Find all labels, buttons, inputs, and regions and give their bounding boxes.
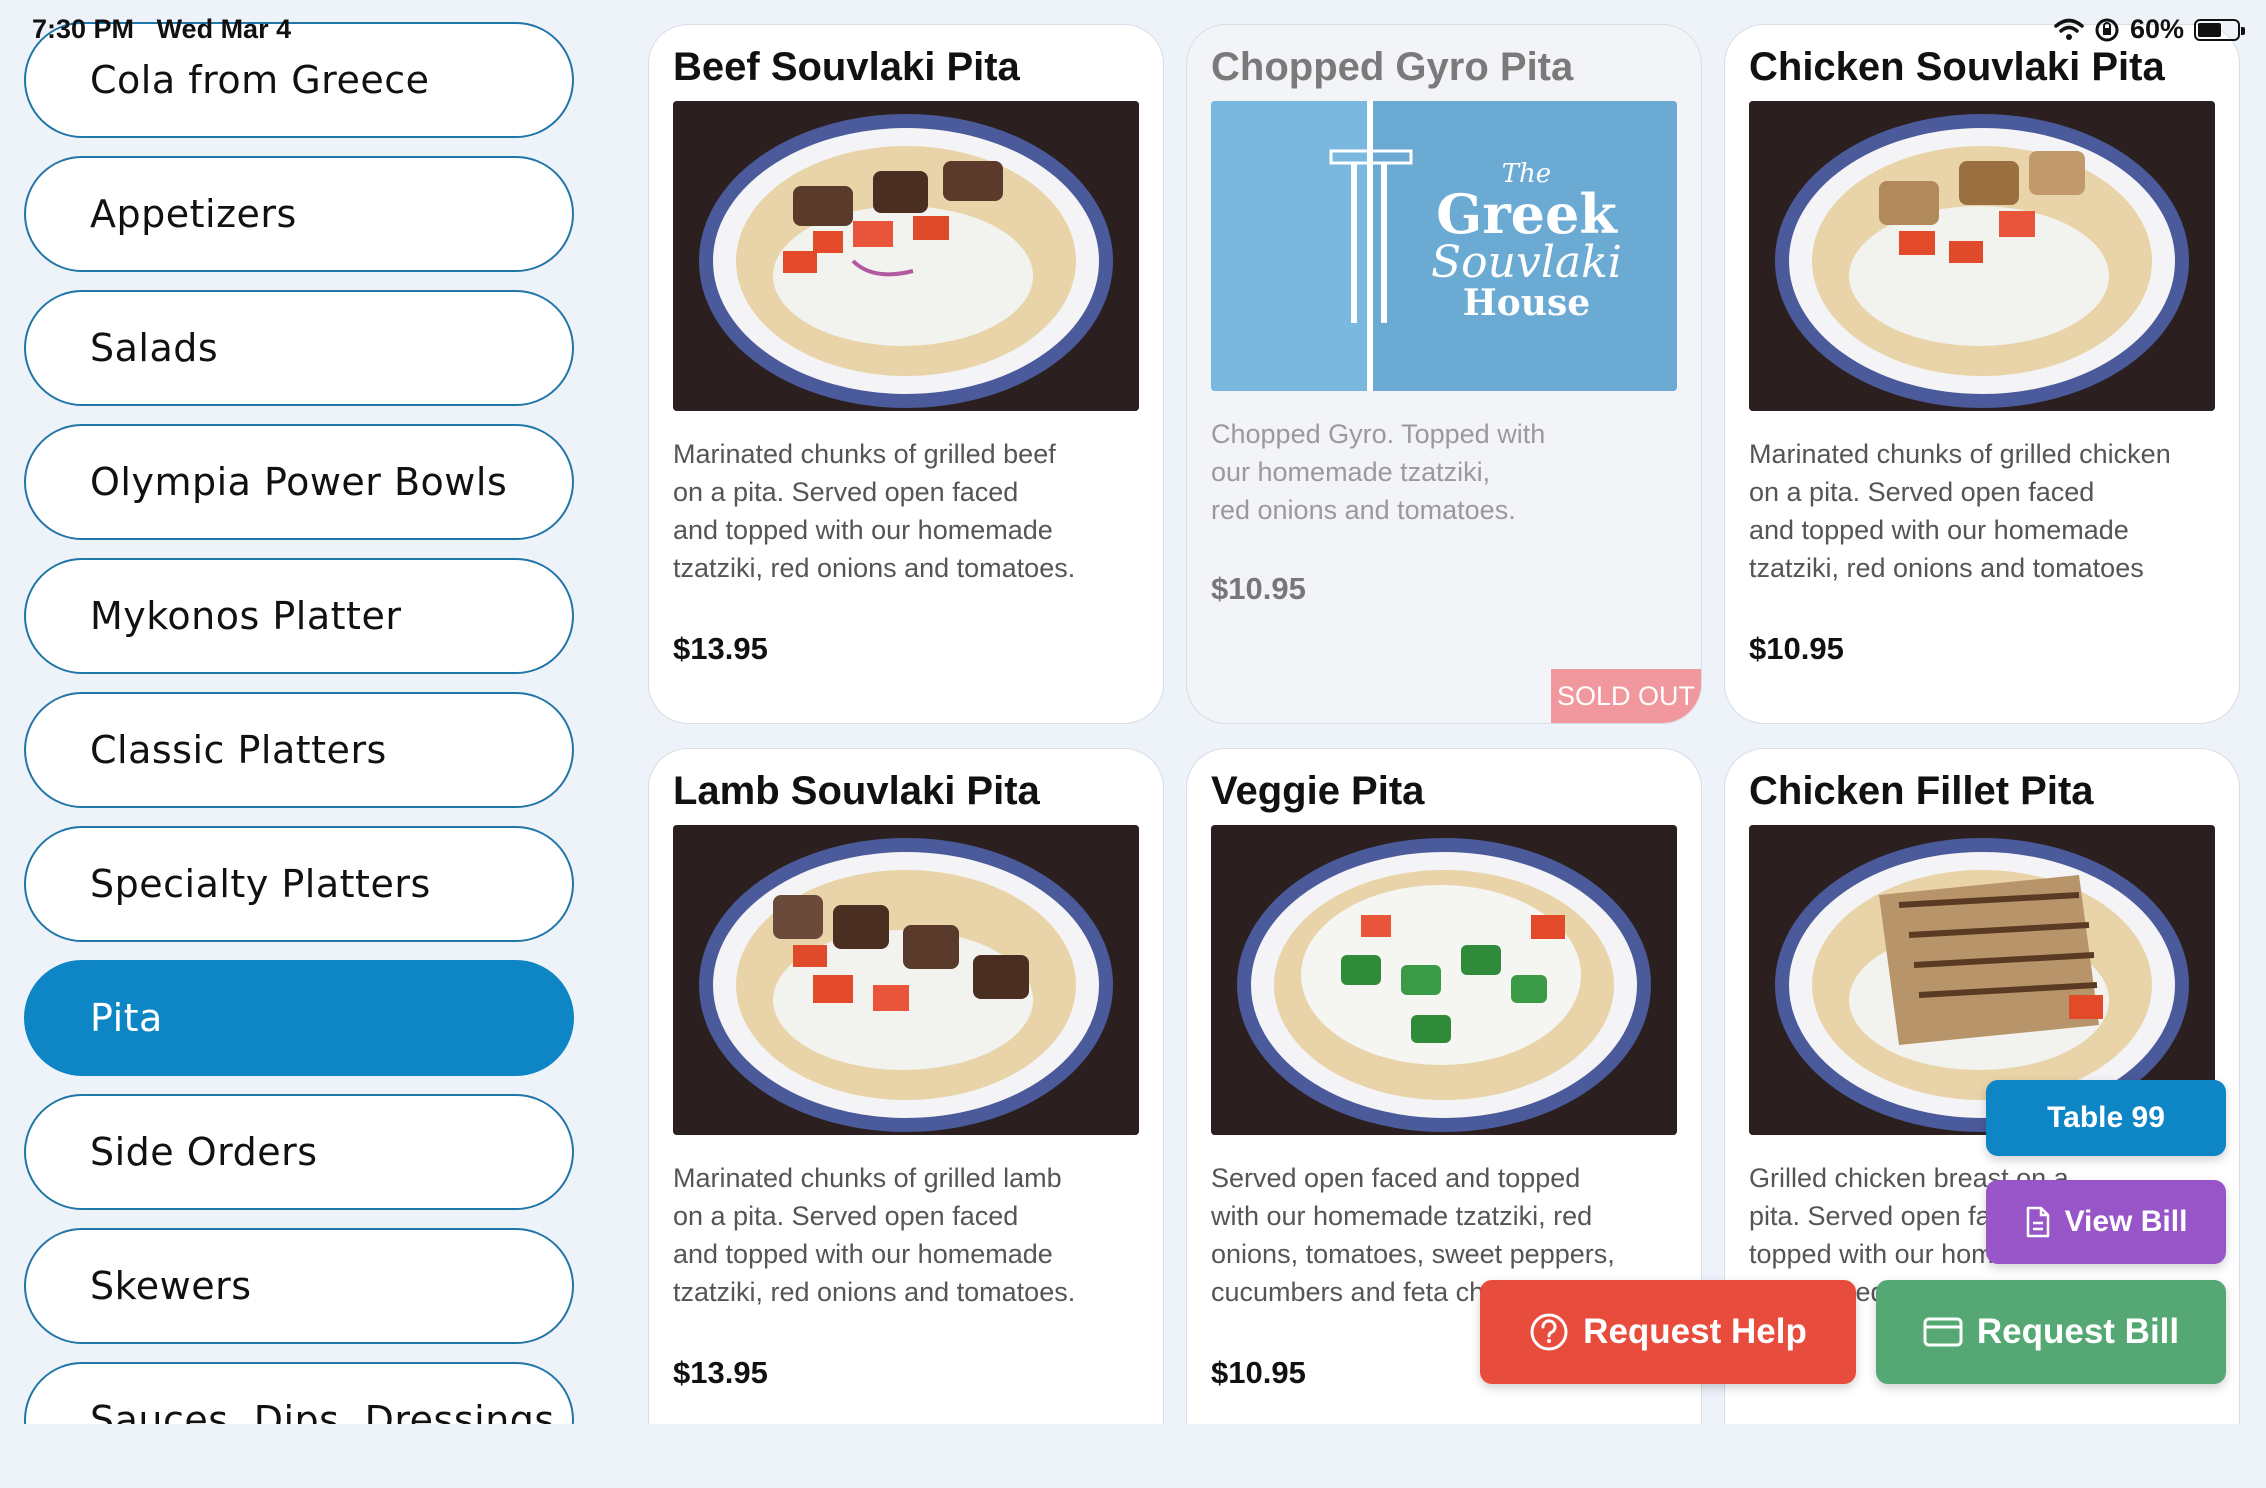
logo-text-line2: Souvlaki — [1431, 237, 1622, 288]
status-clock: 7:30 PM — [32, 14, 135, 44]
question-icon — [1530, 1313, 1568, 1351]
request-help-button[interactable]: Request Help — [1480, 1280, 1856, 1384]
restaurant-logo-placeholder: The Greek Souvlaki House — [1211, 101, 1677, 391]
table-number-label: Table 99 — [2047, 1101, 2165, 1134]
category-classic-platters[interactable]: Classic Platters — [24, 692, 574, 808]
battery-percent: 60% — [2129, 14, 2184, 44]
menu-item-photo — [673, 825, 1139, 1135]
category-appetizers[interactable]: Appetizers — [24, 156, 574, 272]
category-side-orders[interactable]: Side Orders — [24, 1094, 574, 1210]
sold-out-badge: SOLD OUT — [1551, 669, 1701, 723]
category-sidebar: Cola from Greece Appetizers Salads Olymp… — [0, 0, 600, 1424]
menu-item-title: Lamb Souvlaki Pita — [673, 769, 1040, 813]
logo-text-line3: House — [1462, 282, 1591, 324]
request-bill-label: Request Bill — [1976, 1312, 2180, 1351]
menu-item-price: $10.95 — [1211, 1355, 1306, 1390]
menu-item-card-sold-out[interactable]: Chopped Gyro Pita The Greek Souvlaki Hou… — [1186, 24, 1702, 724]
menu-item-title: Chicken Fillet Pita — [1749, 769, 2094, 813]
credit-card-icon — [1923, 1317, 1963, 1347]
battery-icon — [2194, 18, 2245, 41]
menu-item-title: Veggie Pita — [1211, 769, 1425, 813]
table-number-button[interactable]: Table 99 — [1986, 1080, 2226, 1156]
menu-item-card[interactable]: Beef Souvlaki Pita Marinated chunks of g… — [648, 24, 1164, 724]
status-indicators: 60% — [2054, 14, 2245, 45]
menu-item-title: Chicken Souvlaki Pita — [1749, 45, 2165, 89]
menu-item-description: Marinated chunks of grilled chicken on a… — [1749, 439, 2171, 583]
logo-text-line1: Greek — [1436, 182, 1617, 246]
wifi-icon — [2054, 18, 2084, 40]
category-skewers[interactable]: Skewers — [24, 1228, 574, 1344]
menu-item-price: $13.95 — [673, 631, 768, 666]
category-mykonos-platter[interactable]: Mykonos Platter — [24, 558, 574, 674]
bottom-area — [0, 1424, 2266, 1488]
rotation-lock-icon — [2095, 18, 2119, 41]
menu-item-price: $13.95 — [673, 1355, 768, 1390]
menu-item-photo — [1749, 101, 2215, 411]
menu-item-description: Marinated chunks of grilled lamb on a pi… — [673, 1163, 1076, 1307]
category-olympia-power-bowls[interactable]: Olympia Power Bowls — [24, 424, 574, 540]
menu-item-description: Chopped Gyro. Topped with our homemade t… — [1211, 419, 1546, 525]
menu-item-card[interactable]: Lamb Souvlaki Pita Marinated chunks of g… — [648, 748, 1164, 1468]
view-bill-label: View Bill — [2064, 1205, 2188, 1238]
menu-item-title: Chopped Gyro Pita — [1211, 45, 1574, 89]
menu-item-title: Beef Souvlaki Pita — [673, 45, 1020, 89]
document-icon — [2026, 1206, 2049, 1238]
menu-item-price: $10.95 — [1211, 571, 1306, 606]
menu-item-photo — [1211, 825, 1677, 1135]
category-salads[interactable]: Salads — [24, 290, 574, 406]
category-pita[interactable]: Pita — [24, 960, 574, 1076]
status-time: 7:30 PM Wed Mar 4 — [32, 14, 291, 45]
request-help-label: Request Help — [1583, 1312, 1807, 1351]
status-date: Wed Mar 4 — [156, 14, 292, 44]
view-bill-button[interactable]: View Bill — [1986, 1180, 2226, 1264]
menu-item-card[interactable]: Chicken Souvlaki Pita Marinated chunks o… — [1724, 24, 2240, 724]
category-specialty-platters[interactable]: Specialty Platters — [24, 826, 574, 942]
category-sauces-dips-dressings[interactable]: Sauces, Dips, Dressings — [24, 1362, 574, 1424]
request-bill-button[interactable]: Request Bill — [1876, 1280, 2226, 1384]
menu-item-photo — [673, 101, 1139, 411]
menu-item-description: Marinated chunks of grilled beef on a pi… — [673, 439, 1076, 583]
menu-item-price: $10.95 — [1749, 631, 1844, 666]
